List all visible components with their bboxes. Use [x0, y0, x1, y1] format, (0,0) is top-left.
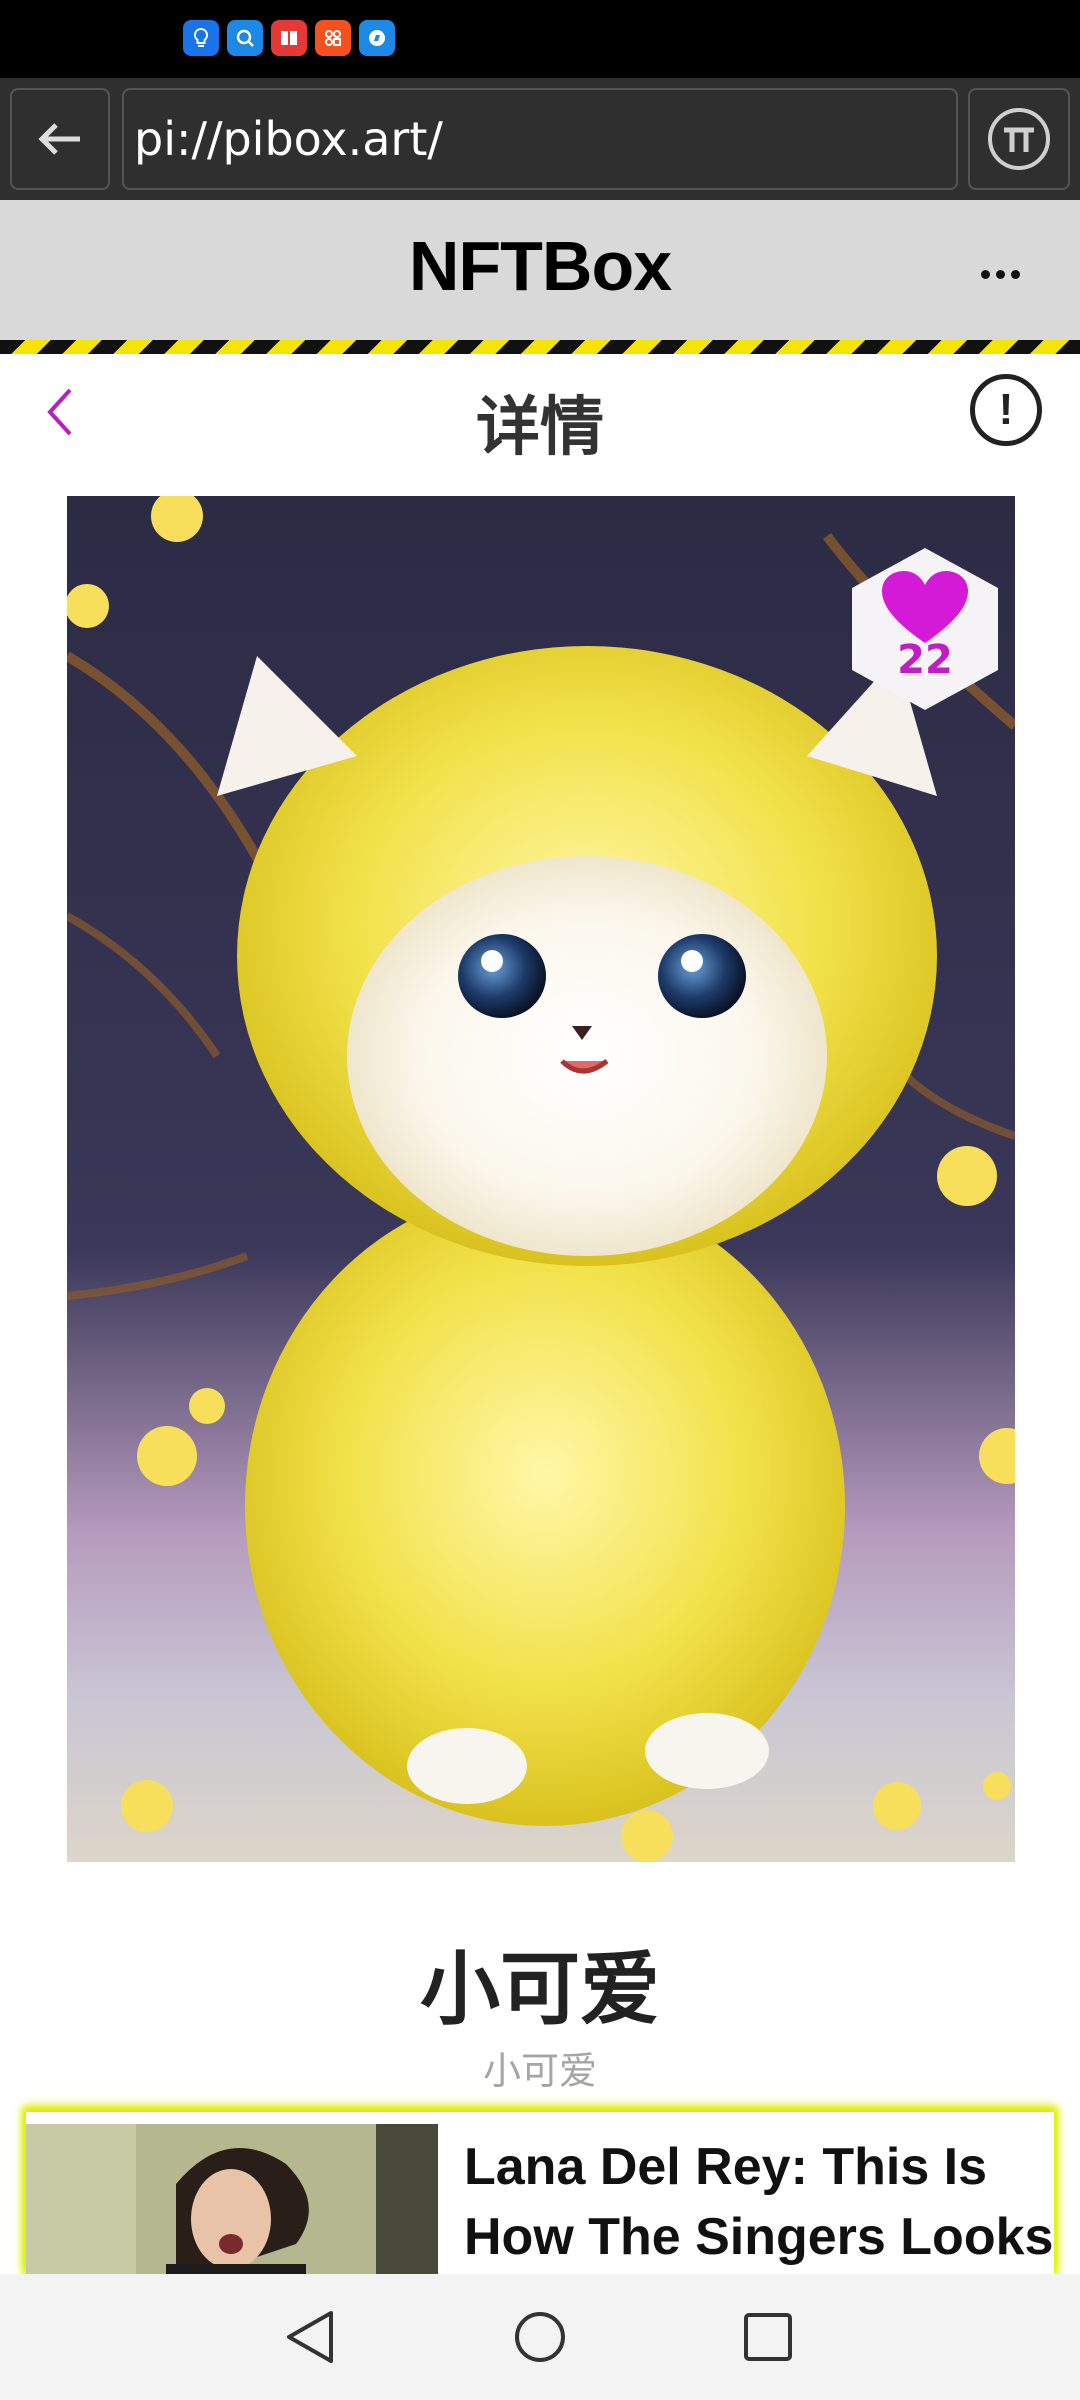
heart-icon — [882, 571, 968, 643]
exclamation-icon[interactable]: ! — [970, 374, 1042, 446]
dot — [1010, 269, 1020, 279]
triangle-back-icon[interactable] — [275, 2302, 345, 2372]
lightbulb-icon — [183, 20, 219, 56]
system-nav-bar — [0, 2274, 1080, 2400]
compass-icon — [359, 20, 395, 56]
nft-description: 小可爱 — [482, 2049, 597, 2093]
app-header: NFTBox — [0, 200, 1080, 340]
more-dots-icon[interactable] — [972, 254, 1028, 294]
like-count: 22 — [897, 637, 953, 683]
arrow-left-icon — [38, 123, 80, 155]
apps-icon — [315, 20, 351, 56]
circle-home-icon[interactable] — [505, 2302, 575, 2372]
browser-back-button[interactable] — [10, 88, 110, 190]
url-field[interactable]: pi://pibox.art/ — [122, 88, 958, 190]
status-bar — [0, 0, 1080, 78]
search-icon — [227, 20, 263, 56]
app-title: NFTBox — [408, 227, 672, 305]
page-title: 详情 — [476, 391, 604, 465]
ad-thumbnail-image — [26, 2124, 438, 2274]
square-recents-icon[interactable] — [733, 2302, 803, 2372]
ad-banner[interactable]: Lana Del Rey: This Is How The Singers Lo… — [26, 2112, 1054, 2274]
pi-wallet-button[interactable] — [968, 88, 1070, 190]
header-divider-stripe — [0, 340, 1080, 354]
like-badge[interactable]: 22 — [840, 544, 1010, 714]
ad-headline: Lana Del Rey: This Is How The Singers Lo… — [464, 2138, 1054, 2266]
dot — [995, 269, 1005, 279]
book-icon — [271, 20, 307, 56]
detail-header: 详情 ! — [0, 354, 1080, 465]
browser-toolbar: pi://pibox.art/ — [0, 78, 1080, 200]
status-notification-icons — [183, 20, 395, 56]
dot — [980, 269, 990, 279]
nft-title: 小可爱 — [420, 1943, 660, 2036]
pi-logo-icon — [988, 108, 1050, 170]
